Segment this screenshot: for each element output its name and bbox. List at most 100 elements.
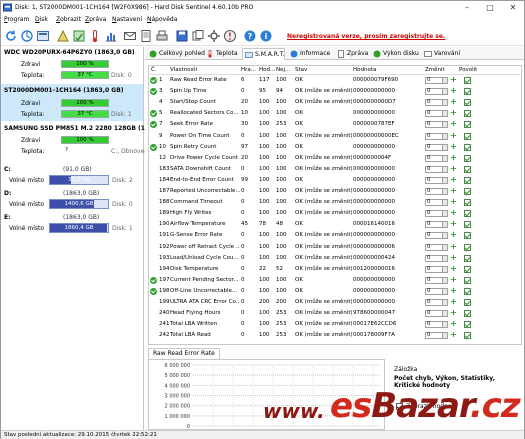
- add-icon[interactable]: +: [450, 76, 457, 84]
- col-header[interactable]: Nej...: [276, 66, 290, 75]
- table-row[interactable]: 189 High Fly Writes 0 100 100 OK (může se změ…: [149, 209, 521, 218]
- stepper-arrows-icon[interactable]: [442, 333, 447, 339]
- rescan-icon[interactable]: [20, 29, 34, 43]
- enable-checkbox[interactable]: [464, 299, 471, 306]
- table-row[interactable]: 9 Power On Time Count 0 100 100 OK (může se z…: [149, 131, 521, 141]
- adjust-stepper[interactable]: 0: [425, 265, 448, 273]
- col-header[interactable]: Hra...: [241, 66, 256, 75]
- table-row[interactable]: 187 Reported Uncorrectable... 0 100 100 OK (m…: [149, 187, 521, 196]
- tab-overview[interactable]: Celkový pohled: [147, 48, 205, 60]
- enable-checkbox[interactable]: [464, 321, 471, 329]
- stepper-arrows-icon[interactable]: [442, 78, 447, 83]
- options-icon[interactable]: [207, 29, 221, 43]
- copy-icon[interactable]: [191, 29, 205, 43]
- table-row[interactable]: 3 Spin Up Time 0 95 94 OK (může se změnit) 000…: [149, 87, 521, 96]
- stepper-arrows-icon[interactable]: [442, 144, 447, 150]
- add-icon[interactable]: +: [450, 264, 457, 273]
- add-icon[interactable]: +: [450, 187, 457, 195]
- table-row[interactable]: 199 ULTRA ATA CRC Error Co... 0 200 200 OK (m…: [149, 298, 521, 307]
- minimize-button[interactable]: –: [456, 1, 478, 15]
- adjust-stepper[interactable]: 0: [425, 332, 448, 340]
- enable-checkbox[interactable]: [464, 176, 471, 184]
- stepper-arrows-icon[interactable]: [442, 89, 447, 95]
- adjust-stepper[interactable]: 0: [425, 232, 448, 240]
- test-icon[interactable]: [56, 29, 70, 43]
- adjust-stepper[interactable]: 0: [425, 299, 448, 306]
- chart-icon[interactable]: [104, 29, 118, 43]
- adjust-stepper[interactable]: 0: [425, 199, 448, 207]
- tab-temperature[interactable]: Teplota: [204, 48, 238, 60]
- table-row[interactable]: 7 Seek Error Rate 30 100 253 OK 0000000787EF 0 +: [149, 120, 521, 129]
- adjust-stepper[interactable]: 0: [425, 77, 448, 84]
- add-icon[interactable]: +: [450, 164, 457, 173]
- table-row[interactable]: 183 SATA Downshift Count 0 100 100 OK (může s…: [149, 164, 521, 174]
- col-header[interactable]: Hod...: [259, 66, 275, 75]
- enable-checkbox[interactable]: [464, 254, 471, 262]
- stepper-arrows-icon[interactable]: [442, 222, 447, 228]
- menu-disk[interactable]: Disk: [35, 16, 48, 23]
- stepper-arrows-icon[interactable]: [442, 277, 447, 283]
- print-icon[interactable]: [155, 29, 169, 43]
- stepper-arrows-icon[interactable]: [442, 177, 447, 183]
- add-icon[interactable]: +: [450, 153, 457, 162]
- table-row[interactable]: 5 Reallocated Sectors Co... 10 100 100 OK 0000…: [149, 109, 521, 118]
- enable-checkbox[interactable]: [464, 287, 471, 295]
- save-icon[interactable]: [175, 29, 189, 43]
- disk-item-0[interactable]: WDC WD20PURX-64P6ZY0 (1863,0 GB) Zdraví …: [1, 47, 143, 83]
- stepper-arrows-icon[interactable]: [442, 111, 447, 117]
- disk-item-2[interactable]: SAMSUNG SSD PM851 M.2 2280 128GB (1... Z…: [1, 123, 154, 159]
- menu-report[interactable]: Zpráva: [85, 16, 106, 23]
- add-icon[interactable]: +: [450, 175, 457, 184]
- stepper-arrows-icon[interactable]: [442, 100, 447, 106]
- enable-checkbox[interactable]: [464, 121, 471, 129]
- enable-checkbox[interactable]: [464, 265, 471, 273]
- table-row[interactable]: 194 Disk Temperature 0 22 52 OK (může se změn…: [149, 264, 521, 274]
- tab-alerts[interactable]: Varování: [422, 48, 460, 60]
- about-icon[interactable]: i: [259, 29, 273, 43]
- tab-performance[interactable]: Výkon disku: [371, 48, 419, 60]
- refresh-icon[interactable]: [4, 29, 18, 43]
- adjust-stepper[interactable]: 0: [425, 176, 448, 184]
- enable-checkbox[interactable]: [464, 332, 471, 340]
- disk-info-icon[interactable]: [36, 29, 50, 43]
- adjust-stepper[interactable]: 0: [425, 121, 448, 129]
- add-icon[interactable]: +: [450, 120, 457, 128]
- table-row[interactable]: 192 Power off Retract Cycle ... 0 100 100 OK …: [149, 242, 521, 252]
- enable-checkbox[interactable]: [464, 154, 471, 162]
- col-header[interactable]: Povolit: [459, 66, 477, 75]
- enable-checkbox[interactable]: [464, 165, 471, 173]
- menu-settings[interactable]: Nastavení: [112, 16, 142, 23]
- adjust-stepper[interactable]: 0: [425, 154, 448, 162]
- col-header[interactable]: Vlastnosti: [170, 66, 197, 75]
- table-row[interactable]: 190 Airflow Temperature 45 78 48 OK 0000161400…: [149, 220, 521, 229]
- adjust-stepper[interactable]: 0: [425, 221, 448, 229]
- close-button[interactable]: ✕: [502, 1, 524, 15]
- enable-checkbox[interactable]: [464, 99, 471, 107]
- chart-tab[interactable]: Raw Read Error Rate: [148, 348, 220, 359]
- table-row[interactable]: 193 Load/Unload Cycle Cou... 0 100 100 OK (mů…: [149, 253, 521, 263]
- stepper-arrows-icon[interactable]: [442, 300, 447, 305]
- table-row[interactable]: 198 Off-Line Uncorrectable... 0 100 100 OK 000…: [149, 286, 521, 296]
- add-icon[interactable]: +: [450, 98, 457, 106]
- col-header[interactable]: Hodnota: [353, 66, 376, 75]
- col-header[interactable]: Změnit: [425, 66, 445, 75]
- stepper-arrows-icon[interactable]: [442, 244, 447, 250]
- table-row[interactable]: 242 Total LBA Read 0 100 253 OK (může se změn…: [149, 331, 521, 340]
- table-row[interactable]: 191 G-Sense Error Rate 0 100 100 OK (může se …: [149, 231, 521, 240]
- volume-d[interactable]: D: (1863,0 GB) Volné místo 1400,6 GB Dis…: [1, 190, 143, 212]
- registration-link[interactable]: Neregistrovaná verze, prosím zaregistruj…: [287, 33, 445, 40]
- stepper-arrows-icon[interactable]: [442, 200, 447, 206]
- col-header[interactable]: Č.: [151, 66, 157, 75]
- add-icon[interactable]: +: [450, 242, 457, 251]
- adjust-stepper[interactable]: 0: [425, 210, 448, 218]
- mail-icon[interactable]: [123, 29, 137, 43]
- table-row[interactable]: 4 Start/Stop Count 20 100 100 OK (může se změ…: [149, 98, 521, 107]
- surface-test-icon[interactable]: [72, 29, 86, 43]
- enable-checkbox[interactable]: [464, 199, 471, 207]
- table-row[interactable]: 197 Current Pending Sector... 0 100 100 OK 000…: [149, 275, 521, 285]
- enable-checkbox[interactable]: [464, 232, 471, 240]
- col-header[interactable]: Stav: [295, 66, 307, 75]
- adjust-stepper[interactable]: 0: [425, 188, 448, 195]
- stepper-arrows-icon[interactable]: [442, 122, 447, 128]
- table-row[interactable]: 12 Drive Power Cycle Count 20 100 100 OK (můž…: [149, 153, 521, 163]
